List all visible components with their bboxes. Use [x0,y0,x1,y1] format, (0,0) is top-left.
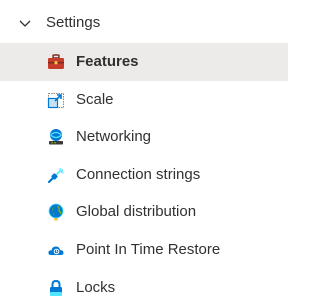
scale-icon [47,92,64,108]
nav-item-scale[interactable]: Scale [0,81,288,119]
nav-item-global-distribution[interactable]: Global distribution [0,193,288,231]
chevron-down-icon[interactable] [19,18,31,28]
nav-item-connection-strings[interactable]: Connection strings [0,156,288,194]
globe-icon [48,203,64,221]
nav-item-label: Scale [76,90,114,108]
toolbox-icon [48,54,64,69]
nav-item-point-in-time-restore[interactable]: Point In Time Restore [0,231,288,269]
plug-icon [47,167,64,183]
nav-item-label: Point In Time Restore [76,240,221,258]
settings-group-label: Settings [46,14,101,31]
nav-item-features[interactable]: Features [0,43,288,81]
nav-item-networking[interactable]: Networking [0,118,288,156]
networking-icon [49,129,63,145]
nav-item-label: Global distribution [76,203,197,221]
cloud-restore-icon [48,246,64,255]
nav-item-locks[interactable]: Locks [0,269,288,300]
nav-item-label: Locks [76,278,116,296]
settings-nav-panel: Settings Features Scale Networking Conne… [0,0,288,300]
nav-item-label: Features [76,53,139,70]
nav-item-label: Connection strings [76,165,201,183]
lock-icon [50,279,62,296]
settings-group-header[interactable]: Settings [0,5,288,41]
settings-nav-list: Features Scale Networking Connection str… [0,43,288,300]
nav-item-label: Networking [76,128,152,146]
